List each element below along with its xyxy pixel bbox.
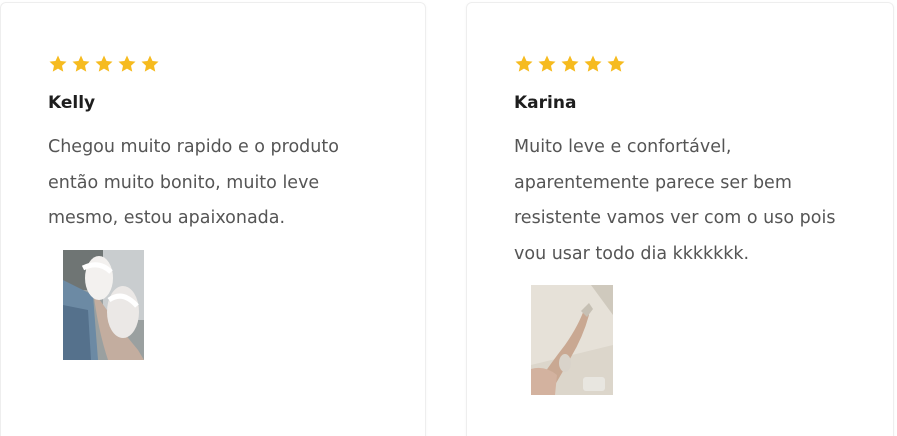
star-icon <box>117 54 137 74</box>
reviews-section: Kelly Chegou muito rapido e o produto en… <box>0 0 897 436</box>
review-photo[interactable] <box>531 285 613 395</box>
star-icon <box>537 54 557 74</box>
star-icon <box>71 54 91 74</box>
review-card: Karina Muito leve e confortável, aparent… <box>466 2 894 436</box>
star-icon <box>560 54 580 74</box>
review-photo[interactable] <box>63 250 144 360</box>
star-icon <box>140 54 160 74</box>
star-icon <box>94 54 114 74</box>
reviewer-name: Karina <box>514 93 577 113</box>
review-text: Chegou muito rapido e o produto então mu… <box>48 137 339 228</box>
review-card: Kelly Chegou muito rapido e o produto en… <box>0 2 426 436</box>
reviewer-name: Kelly <box>48 93 96 113</box>
review-text: Muito leve e confortável, aparentemente … <box>514 137 836 264</box>
star-icon <box>606 54 626 74</box>
star-icon <box>514 54 534 74</box>
star-icon <box>583 54 603 74</box>
star-rating <box>514 54 626 74</box>
star-icon <box>48 54 68 74</box>
star-rating <box>48 54 160 74</box>
